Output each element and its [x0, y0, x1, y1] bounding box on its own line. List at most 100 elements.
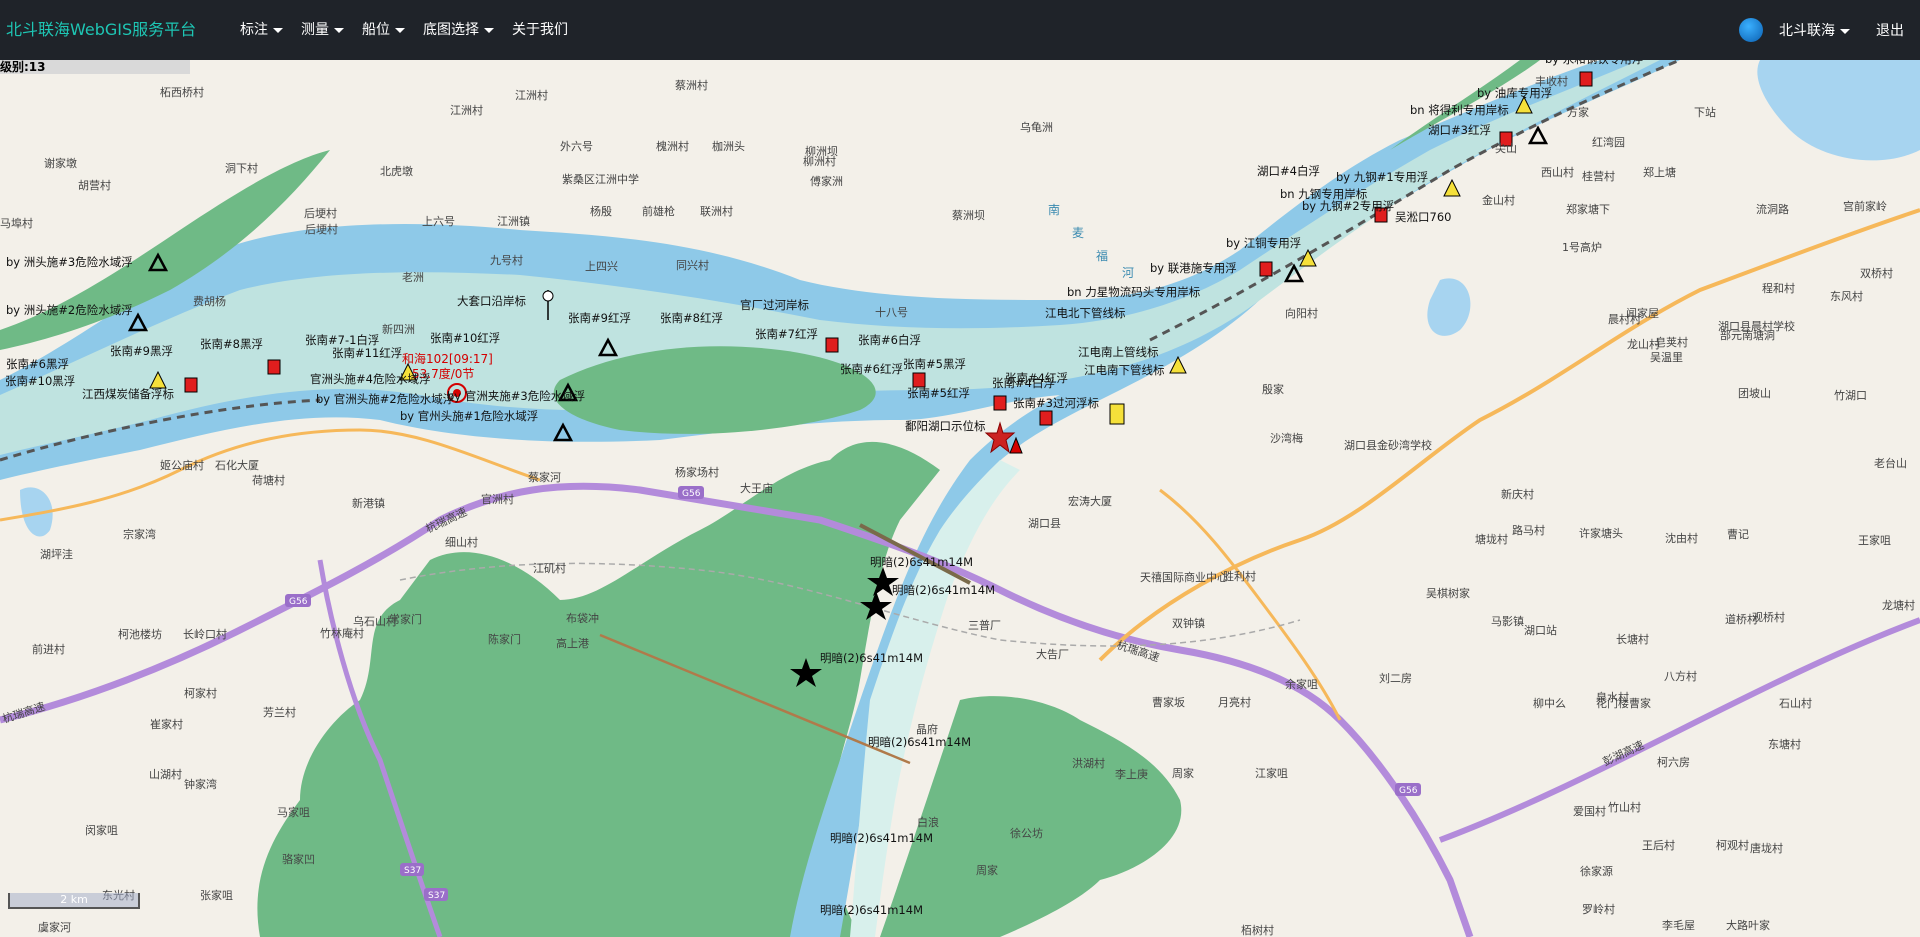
shore-mark-icon[interactable]: [542, 290, 554, 302]
river-label: 麦: [1072, 226, 1084, 240]
place-label: 周家: [976, 863, 998, 877]
place-label: 徐家源: [1580, 864, 1613, 878]
nav-aid-label: 张南#10红浮: [430, 331, 500, 345]
red-buoy-icon[interactable]: [825, 337, 839, 353]
place-label: 洞下村: [225, 161, 258, 175]
place-label: 高上港: [556, 636, 589, 650]
user-menu[interactable]: 北斗联海: [1779, 20, 1850, 40]
place-label: 殷家: [1262, 382, 1284, 396]
nav-aid-label: by 洲头施#3危险水域浮: [6, 255, 133, 269]
place-label: 东塘村: [1768, 737, 1801, 751]
place-label: 蔡洲坝: [952, 208, 985, 222]
user-avatar[interactable]: [1739, 18, 1763, 42]
place-label: 晨村村: [1608, 312, 1641, 326]
river-label: 河: [1122, 266, 1134, 280]
place-label: 白浪: [917, 815, 939, 829]
place-label: 双钟镇: [1172, 616, 1205, 630]
red-buoy-icon[interactable]: [912, 372, 926, 388]
nav-aid-label: 明暗(2)6s41m14M: [868, 735, 971, 749]
map-svg[interactable]: 和海102[09:17] 53.7度/0节 G56 G56 G56 S37 S3…: [0, 60, 1920, 937]
place-label: 余家咀: [1285, 677, 1318, 691]
place-label: 徐公坊: [1010, 826, 1043, 840]
nav-aid-label: 张南#6白浮: [858, 333, 921, 347]
nav-aid-label: by 洲头施#2危险水域浮: [6, 303, 133, 317]
menu-basemap[interactable]: 底图选择: [415, 0, 502, 60]
place-label: 姬公庙村: [160, 458, 204, 472]
red-buoy-icon[interactable]: [1039, 410, 1053, 426]
place-label: 程和村: [1762, 281, 1795, 295]
place-label: 泉水村: [1596, 690, 1629, 704]
place-label: 洪湖村: [1072, 756, 1105, 770]
app-brand[interactable]: 北斗联海WebGIS服务平台: [6, 0, 196, 60]
nav-aid-label: 吴淞口760: [1395, 210, 1451, 224]
logout-button[interactable]: 退出: [1876, 20, 1904, 40]
menu-ship-position[interactable]: 船位: [354, 0, 413, 60]
nav-aid-label: 明暗(2)6s41m14M: [892, 583, 995, 597]
place-label: 联洲村: [700, 204, 733, 218]
place-label: 北虎墩: [380, 164, 413, 178]
place-label: 流洞路: [1756, 202, 1789, 216]
s37-shield-text: S37: [428, 891, 445, 901]
menu-annotate[interactable]: 标注: [232, 0, 291, 60]
river-label: 南: [1048, 202, 1060, 217]
map-canvas[interactable]: 和海102[09:17] 53.7度/0节 G56 G56 G56 S37 S3…: [0, 60, 1920, 937]
place-label: 龙山村: [1627, 337, 1660, 351]
place-label: 湖口站: [1524, 623, 1557, 637]
place-label: 费胡杨: [193, 294, 226, 308]
place-label: 芳兰村: [263, 705, 296, 719]
s37-shield-text: S37: [404, 866, 421, 876]
place-label: 湖口县金砂湾学校: [1344, 438, 1432, 452]
place-label: 桂营村: [1582, 169, 1615, 183]
place-label: 李毛屋: [1662, 918, 1695, 932]
special-mark-icon[interactable]: [1109, 403, 1125, 425]
menu-measure[interactable]: 测量: [293, 0, 352, 60]
nav-aid-label: 江电南下管线标: [1084, 363, 1165, 377]
place-label: 老台山: [1874, 456, 1907, 470]
red-buoy-icon[interactable]: [184, 377, 198, 393]
red-buoy-icon[interactable]: [1259, 261, 1273, 277]
place-label: 谢家墩: [44, 156, 77, 170]
place-label: 官洲村: [481, 492, 514, 506]
place-label: 九号村: [490, 253, 523, 267]
place-label: 红湾园: [1592, 135, 1625, 149]
place-label: 荷塘村: [252, 473, 285, 487]
place-label: 大路叶家: [1726, 918, 1770, 932]
user-area: 北斗联海 退出: [1739, 0, 1904, 60]
nav-aid-label: 明暗(2)6s41m14M: [870, 555, 973, 569]
place-label: 新四洲: [382, 322, 415, 336]
nav-aid-label: bn 力星物流码头专用岸标: [1067, 285, 1200, 299]
red-buoy-icon[interactable]: [993, 395, 1007, 411]
place-label: 杨家场村: [675, 465, 719, 479]
place-label: 马影镇: [1491, 614, 1524, 628]
place-label: 前进村: [32, 642, 65, 656]
place-label: 吴棋树家: [1426, 586, 1470, 600]
place-label: 栢树村: [1241, 923, 1274, 937]
nav-aid-label: 明暗(2)6s41m14M: [820, 903, 923, 917]
red-buoy-icon[interactable]: [267, 359, 281, 375]
menu-measure-label: 测量: [301, 22, 329, 38]
place-label: 李上庚: [1115, 767, 1148, 781]
place-label: 塘垅村: [1475, 532, 1508, 546]
zoom-level-indicator: 级别:13: [0, 60, 190, 74]
place-label: 西山村: [1541, 165, 1574, 179]
place-label: 闵家咀: [85, 823, 118, 837]
nav-aid-label: 张南#6黑浮: [6, 357, 69, 371]
nav-aid-label: bn 将得利专用岸标: [1410, 103, 1509, 117]
g56-shield-text: G56: [1399, 786, 1418, 796]
place-label: 天禧国际商业中心: [1140, 570, 1228, 584]
menu-about[interactable]: 关于我们: [504, 0, 576, 60]
place-label: 陈家门: [488, 632, 521, 646]
nav-aid-label: 张南#9红浮: [568, 311, 631, 325]
place-label: 龙塘村: [1882, 598, 1915, 612]
nav-aid-label: 张南#6红浮: [840, 362, 903, 376]
red-buoy-icon[interactable]: [1579, 71, 1593, 87]
place-label: 乌龟洲: [1020, 120, 1053, 134]
scale-bar: 2 km: [8, 893, 140, 909]
nav-aid-label: 张南#3过河浮标: [1013, 396, 1099, 410]
place-label: 王家咀: [1858, 533, 1891, 547]
place-label: 罗岭村: [1582, 902, 1615, 916]
place-label: 老洲: [402, 271, 424, 284]
nav-aid-label: 张南#8红浮: [660, 311, 723, 325]
place-label: 晶府: [916, 722, 938, 736]
caret-down-icon: [484, 27, 494, 33]
